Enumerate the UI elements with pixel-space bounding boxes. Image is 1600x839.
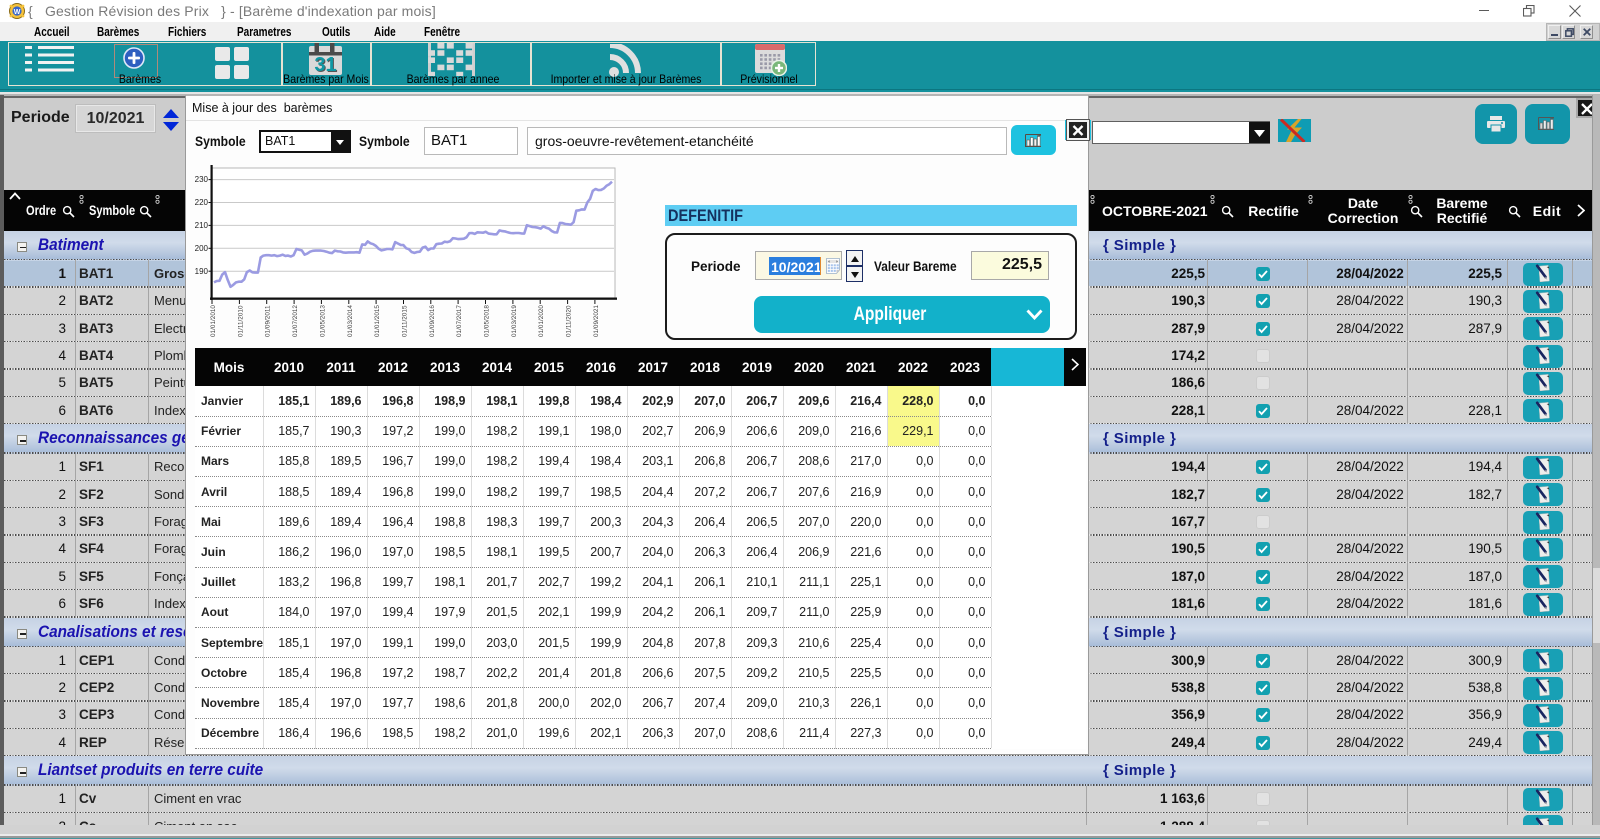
svg-text:01/09/2016: 01/09/2016 xyxy=(429,305,436,337)
svg-text:01/05/2013: 01/05/2013 xyxy=(319,305,326,337)
svg-text:01/01/2010: 01/01/2010 xyxy=(210,305,217,337)
svg-text:01/09/2021: 01/09/2021 xyxy=(593,305,600,337)
svg-text:01/11/2010: 01/11/2010 xyxy=(237,305,244,337)
svg-text:01/01/2015: 01/01/2015 xyxy=(374,305,381,337)
svg-text:W: W xyxy=(14,9,21,16)
svg-text:01/03/2019: 01/03/2019 xyxy=(511,305,518,337)
svg-text:01/11/2020: 01/11/2020 xyxy=(566,305,573,337)
svg-text:230: 230 xyxy=(195,175,209,184)
svg-text:200: 200 xyxy=(195,244,209,253)
svg-text:190: 190 xyxy=(195,267,209,276)
svg-text:01/01/2020: 01/01/2020 xyxy=(538,305,545,337)
svg-text:01/11/2015: 01/11/2015 xyxy=(402,305,409,337)
svg-text:220: 220 xyxy=(195,198,209,207)
svg-text:01/09/2011: 01/09/2011 xyxy=(265,305,272,337)
svg-text:01/07/2012: 01/07/2012 xyxy=(292,305,299,337)
svg-text:210: 210 xyxy=(195,221,209,230)
svg-text:01/05/2018: 01/05/2018 xyxy=(484,305,491,337)
svg-text:01/07/2017: 01/07/2017 xyxy=(456,305,463,337)
svg-text:01/03/2014: 01/03/2014 xyxy=(347,305,354,337)
